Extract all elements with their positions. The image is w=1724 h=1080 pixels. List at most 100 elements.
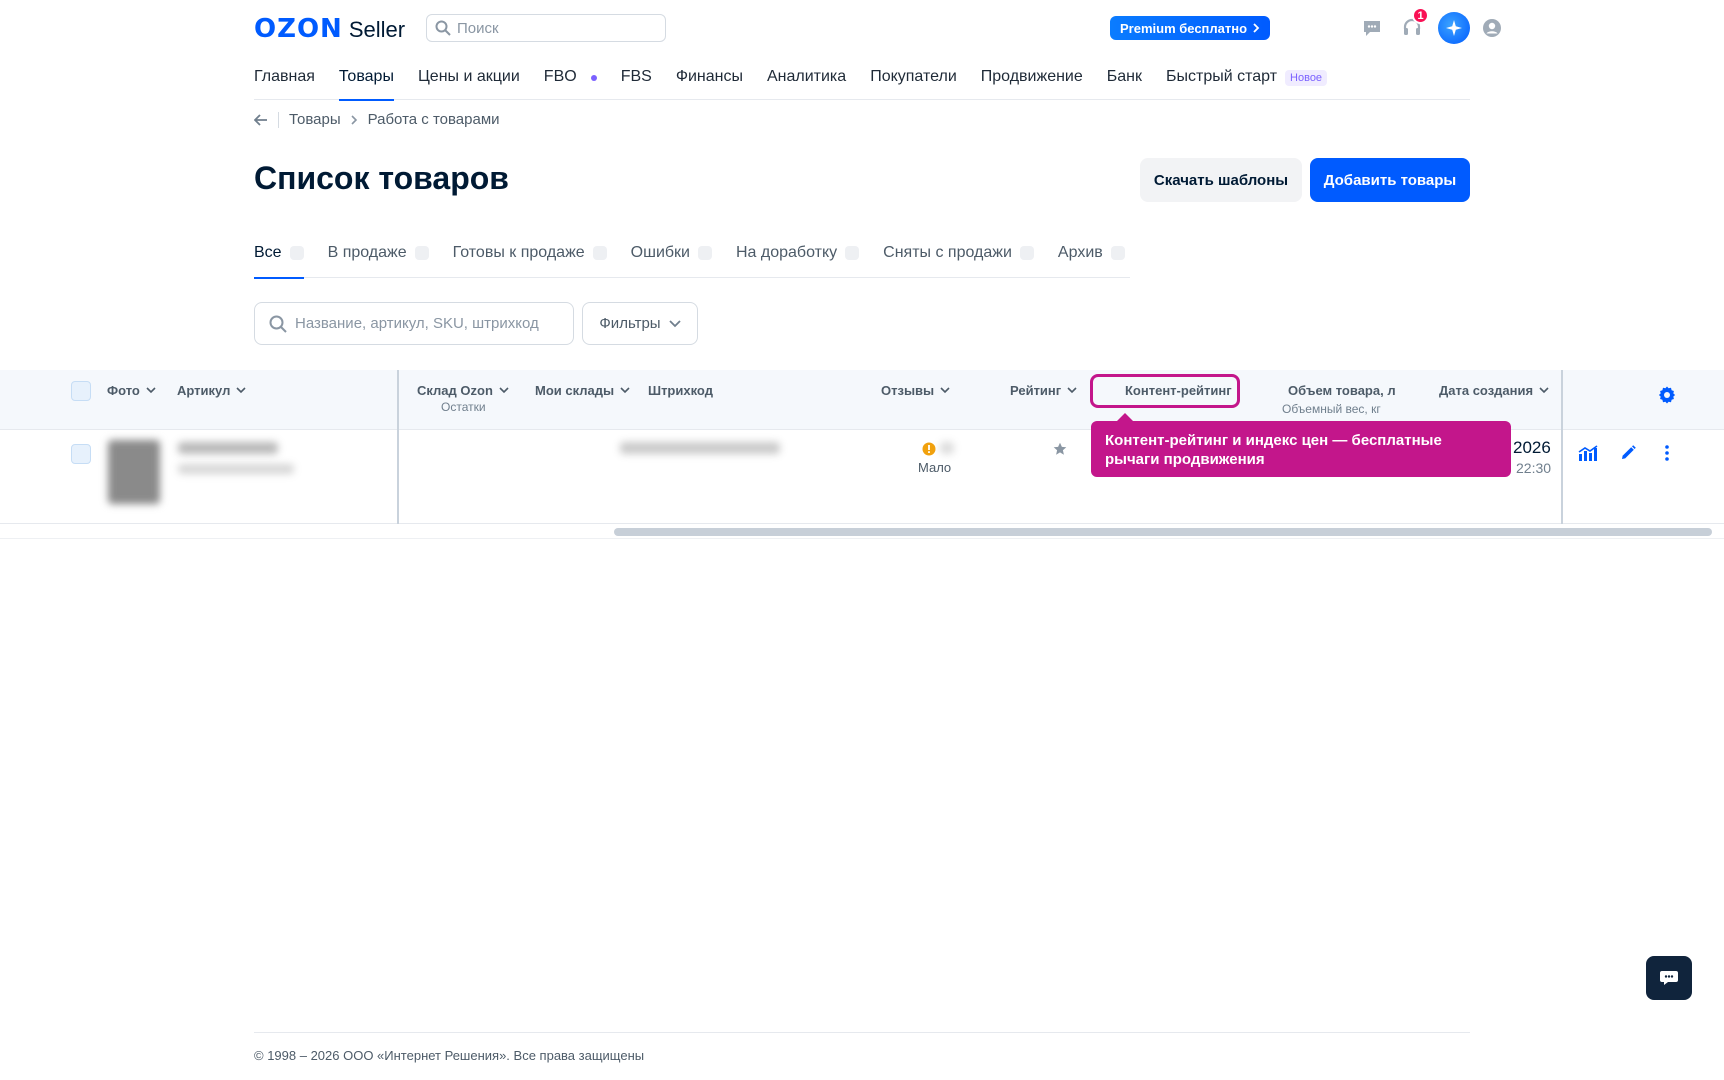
nav-label: Главная	[254, 68, 315, 85]
chat-widget-button[interactable]	[1646, 956, 1692, 1000]
tab-on-sale[interactable]: В продаже	[328, 244, 429, 278]
chevron-down-icon	[620, 387, 630, 394]
tab-revision[interactable]: На доработку	[736, 244, 860, 278]
filters-button[interactable]: Фильтры	[582, 302, 698, 345]
product-search[interactable]	[254, 302, 574, 345]
nav-label: Аналитика	[766, 68, 847, 85]
chevron-down-icon	[940, 387, 950, 394]
column-volume: Объем товара, л	[1288, 383, 1396, 398]
chevron-down-icon	[236, 387, 246, 394]
nav-item-fbs[interactable]: FBS	[621, 62, 652, 100]
chevron-down-icon	[1067, 387, 1077, 394]
nav-item-products[interactable]: Товары	[338, 62, 395, 101]
tab-count	[845, 246, 860, 260]
column-ozon-stock[interactable]: Склад Ozon	[417, 383, 509, 398]
profile-button[interactable]	[1480, 16, 1504, 40]
tab-ready[interactable]: Готовы к продаже	[453, 244, 607, 278]
warning-icon	[922, 442, 936, 456]
download-templates-button[interactable]: Скачать шаблоны	[1140, 158, 1302, 202]
nav-item-bank[interactable]: Банк	[1107, 62, 1142, 100]
column-rating[interactable]: Рейтинг	[1010, 383, 1077, 398]
nav-label: Товары	[338, 68, 394, 85]
tab-all[interactable]: Все	[254, 244, 304, 279]
reviews-count-blurred	[940, 442, 954, 454]
global-search-input[interactable]	[457, 19, 657, 37]
more-vertical-icon[interactable]	[1664, 444, 1670, 462]
gear-icon[interactable]	[1658, 386, 1676, 404]
column-label: Склад Ozon	[417, 383, 493, 398]
global-search[interactable]	[426, 14, 666, 42]
table-bottom-divider	[0, 538, 1724, 539]
user-circle-icon	[1483, 19, 1501, 37]
main-nav: Главная Товары Цены и акции FBO FBS Фина…	[254, 62, 1470, 101]
row-checkbox[interactable]	[71, 444, 91, 464]
product-photo-blurred[interactable]	[108, 440, 160, 504]
product-article-blurred	[178, 442, 278, 454]
horizontal-scrollbar[interactable]	[614, 528, 1712, 536]
column-label: Отзывы	[881, 383, 935, 398]
filters-label: Фильтры	[599, 315, 661, 332]
premium-button[interactable]: Premium бесплатно	[1110, 16, 1271, 40]
tab-label: Готовы к продаже	[452, 244, 585, 261]
tab-count	[592, 246, 607, 260]
add-products-button[interactable]: Добавить товары	[1310, 158, 1470, 202]
tab-removed[interactable]: Сняты с продажи	[883, 244, 1034, 278]
nav-item-prices[interactable]: Цены и акции	[418, 62, 520, 100]
column-label: Рейтинг	[1010, 383, 1062, 398]
tab-label: Архив	[1057, 244, 1103, 261]
ozon-seller-logo[interactable]: OZON Seller	[254, 14, 405, 44]
tab-label: Сняты с продажи	[883, 244, 1012, 261]
select-all-checkbox[interactable]	[71, 381, 91, 401]
header: OZON Seller Premium бесплатно 1	[254, 7, 1501, 46]
column-label: Мои склады	[535, 383, 615, 398]
premium-label: Premium бесплатно	[1120, 20, 1248, 36]
nav-label: Цены и акции	[417, 68, 520, 85]
tab-count	[1110, 246, 1125, 260]
column-label: Штрихкод	[648, 383, 713, 398]
nav-item-promotion[interactable]: Продвижение	[981, 62, 1083, 100]
column-label: Артикул	[177, 383, 231, 398]
search-icon	[269, 315, 287, 333]
reviews-status: Мало	[918, 460, 952, 475]
tab-count	[414, 246, 429, 260]
content-rating-highlight	[1090, 374, 1240, 408]
new-badge: Новое	[1285, 70, 1328, 86]
tab-archive[interactable]: Архив	[1058, 244, 1125, 278]
nav-label: Банк	[1106, 68, 1142, 85]
column-reviews[interactable]: Отзывы	[881, 383, 950, 398]
column-photo[interactable]: Фото	[107, 383, 156, 398]
nav-item-customers[interactable]: Покупатели	[870, 62, 957, 100]
created-time: 22:30	[1516, 460, 1552, 476]
ai-assistant-button[interactable]	[1438, 12, 1470, 44]
chevron-down-icon	[668, 319, 681, 327]
arrow-left-icon[interactable]	[254, 113, 268, 126]
support-button[interactable]: 1	[1400, 7, 1429, 40]
chevron-right-icon	[351, 114, 357, 125]
pencil-edit-icon[interactable]	[1620, 445, 1636, 461]
tab-label: Все	[254, 244, 282, 261]
column-created[interactable]: Дата создания	[1439, 383, 1549, 398]
product-search-input[interactable]	[295, 315, 565, 332]
nav-item-finance[interactable]: Финансы	[676, 62, 743, 100]
chevron-right-icon	[1253, 23, 1260, 33]
chevron-down-icon	[1539, 387, 1549, 394]
column-article[interactable]: Артикул	[177, 383, 246, 398]
nav-item-fbo[interactable]: FBO	[544, 62, 597, 100]
nav-item-quick-start[interactable]: Быстрый старт Новое	[1166, 62, 1328, 100]
chat-messages-button[interactable]	[1360, 16, 1384, 40]
column-label: Объем товара, л	[1288, 383, 1396, 398]
footer-divider	[254, 1032, 1470, 1033]
breadcrumb-item-products[interactable]: Товары	[289, 111, 341, 128]
nav-item-analytics[interactable]: Аналитика	[767, 62, 846, 100]
logo-product: Seller	[348, 17, 406, 42]
footer-copyright: © 1998 – 2026 ООО «Интернет Решения». Вс…	[254, 1048, 645, 1063]
analytics-chart-icon[interactable]	[1578, 445, 1598, 461]
status-tabs: Все В продаже Готовы к продаже Ошибки На…	[254, 244, 1130, 279]
tab-count	[698, 246, 712, 260]
tab-errors[interactable]: Ошибки	[631, 244, 712, 278]
column-my-stock[interactable]: Мои склады	[535, 383, 630, 398]
column-divider-left	[397, 370, 399, 524]
nav-item-home[interactable]: Главная	[254, 62, 315, 100]
nav-label: Быстрый старт	[1166, 68, 1278, 85]
barcode-blurred	[620, 442, 780, 454]
